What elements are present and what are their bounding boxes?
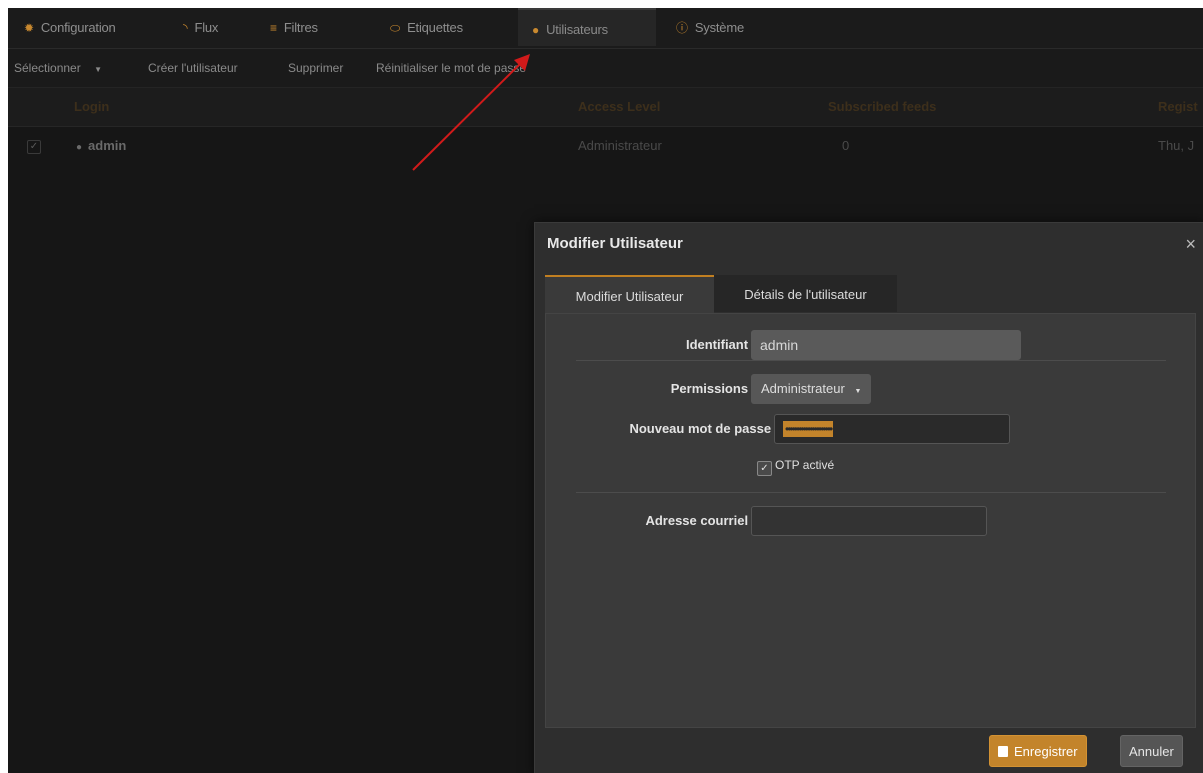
dialog-panel: Identifiant : Permissions : Administrate… [545,313,1196,728]
login-label: Identifiant : [685,337,756,352]
tab-flux[interactable]: ◝ Flux [183,8,218,48]
row-login-text: admin [88,138,127,153]
login-input[interactable] [751,330,1021,360]
user-icon: ● [76,142,83,153]
delete-button[interactable]: Supprimer [288,49,343,87]
gear-icon: ✹ [24,21,34,35]
tab-label: Flux [194,20,219,35]
tab-filtres[interactable]: ≡ Filtres [270,8,318,48]
column-access-level[interactable]: Access Level [578,88,660,126]
info-icon: ⓘ [676,21,688,35]
tab-label: Utilisateurs [546,22,608,37]
tab-systeme[interactable]: ⓘ Système [676,8,744,48]
email-label: Adresse courriel : [645,513,756,528]
users-grid-header: Login Access Level Subscribed feeds Regi… [8,88,1203,127]
row-registered: Thu, J [1158,138,1195,153]
tab-user-details[interactable]: Détails de l'utilisateur [714,275,897,312]
reset-password-button[interactable]: Réinitialiser le mot de passe [376,49,526,87]
row-feeds: 0 [842,138,850,153]
email-input[interactable] [751,506,987,536]
row-checkbox[interactable]: ✓ [27,140,41,154]
chevron-down-icon: ▼ [854,388,862,395]
close-icon[interactable]: × [1185,223,1196,265]
tab-label: Etiquettes [407,20,463,35]
dialog-title: Modifier Utilisateur [547,235,683,252]
divider [576,492,1166,493]
password-mask: ••••••••••••••••••••• [783,421,833,437]
select-label: Sélectionner [14,61,81,75]
filter-icon: ≡ [270,21,277,35]
tab-label: Système [694,20,744,35]
otp-label: OTP activé [775,458,835,472]
permissions-label: Permissions : [670,381,756,396]
tab-label: Filtres [283,20,318,35]
table-row[interactable]: ✓ ● admin Administrateur 0 Thu, J [8,127,1203,165]
save-label: Enregistrer [1014,744,1078,759]
permissions-dropdown[interactable]: Administrateur ▼ [751,374,872,404]
create-user-button[interactable]: Créer l'utilisateur [148,49,238,87]
app-window: ✹ Configuration ◝ Flux ≡ Filtres ⬭ Etiquette… [8,8,1203,773]
floppy-icon [998,746,1008,757]
chevron-down-icon: ▼ [94,65,102,74]
tab-label: Configuration [40,20,116,35]
select-dropdown[interactable]: Sélectionner ▼ [14,49,102,89]
tab-configuration[interactable]: ✹ Configuration [24,8,116,48]
rss-icon: ◝ [183,21,188,35]
tab-etiquettes[interactable]: ⬭ Etiquettes [390,8,463,48]
save-button[interactable]: Enregistrer [989,735,1087,767]
tab-edit-user[interactable]: Modifier Utilisateur [545,275,714,314]
users-toolbar: Sélectionner ▼ Créer l'utilisateur Suppr… [8,49,1203,88]
column-registered[interactable]: Regist [1158,88,1198,126]
otp-checkbox[interactable]: ✓ [757,461,772,476]
new-password-input[interactable]: ••••••••••••••••••••• [774,414,1010,444]
divider [576,360,1166,361]
permissions-value: Administrateur [761,381,845,396]
user-icon: ● [532,23,540,37]
row-login: ● admin [76,127,126,167]
label-icon: ⬭ [390,21,401,35]
column-login[interactable]: Login [74,88,109,126]
column-subscribed-feeds[interactable]: Subscribed feeds [828,88,936,126]
cancel-button[interactable]: Annuler [1120,735,1183,767]
edit-user-dialog: Modifier Utilisateur × Modifier Utilisat… [534,222,1203,773]
new-password-label: Nouveau mot de passe : [629,421,779,436]
tab-utilisateurs[interactable]: ● Utilisateurs [518,8,656,46]
main-tab-bar: ✹ Configuration ◝ Flux ≡ Filtres ⬭ Etiquette… [8,8,1203,49]
row-access-level: Administrateur [578,138,662,153]
